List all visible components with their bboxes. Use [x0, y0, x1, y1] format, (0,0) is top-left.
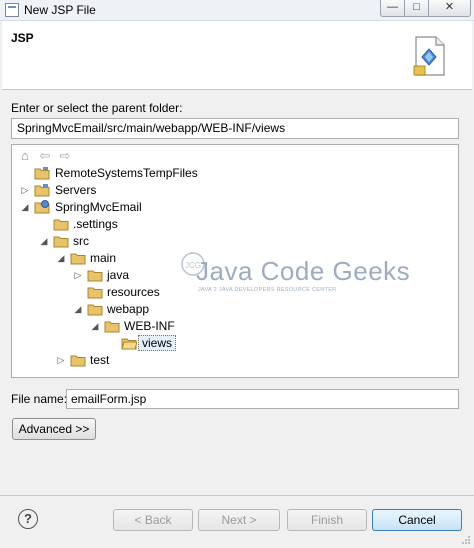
forward-arrow-icon[interactable]: ⇨	[58, 149, 72, 163]
folder-icon	[70, 353, 86, 367]
title-bar: New JSP File — □ ✕	[0, 0, 474, 21]
close-button[interactable]: ✕	[428, 0, 471, 17]
cancel-button[interactable]: Cancel	[372, 509, 462, 531]
parent-folder-input[interactable]: SpringMvcEmail/src/main/webapp/WEB-INF/v…	[11, 118, 459, 139]
tree-item-label: java	[107, 268, 130, 282]
finish-button[interactable]: Finish	[287, 509, 367, 531]
expand-arrow-icon[interactable]: ▷	[56, 352, 66, 368]
tree-item-label: views	[138, 335, 177, 351]
footer-divider	[0, 495, 474, 496]
project-folder-icon	[34, 183, 50, 197]
tree-item-label: Servers	[55, 183, 97, 197]
app-icon	[5, 3, 19, 17]
collapse-arrow-icon[interactable]: ◢	[39, 233, 49, 249]
file-name-label: File name:	[11, 392, 68, 406]
back-button[interactable]: < Back	[113, 509, 193, 531]
folder-icon	[87, 285, 103, 299]
collapse-arrow-icon[interactable]: ◢	[90, 318, 100, 334]
tree-item-label: src	[73, 234, 89, 248]
help-icon[interactable]: ?	[18, 509, 38, 529]
folder-icon	[87, 302, 103, 316]
tree-item-label: WEB-INF	[124, 319, 175, 333]
folder-tree[interactable]: ⌂ ⇦ ⇨ RemoteSystemsTempFiles ▷ Servers ◢…	[11, 144, 459, 378]
folder-icon	[70, 251, 86, 265]
minimize-button[interactable]: —	[380, 0, 405, 17]
resize-grip-icon[interactable]	[461, 535, 471, 545]
jsp-file-wizard-icon	[413, 36, 445, 76]
file-name-input[interactable]: emailForm.jsp	[66, 389, 459, 409]
folder-icon	[53, 217, 69, 231]
folder-icon	[53, 234, 69, 248]
folder-icon	[87, 268, 103, 282]
maximize-button[interactable]: □	[404, 0, 429, 17]
wizard-header: JSP	[2, 21, 472, 90]
window-title: New JSP File	[24, 3, 96, 17]
tree-item-label: resources	[107, 285, 160, 299]
next-button[interactable]: Next >	[198, 509, 280, 531]
tree-item-label: SpringMvcEmail	[55, 200, 142, 214]
back-arrow-icon[interactable]: ⇦	[38, 149, 52, 163]
page-title: JSP	[11, 31, 34, 45]
expand-arrow-icon[interactable]: ▷	[20, 182, 30, 198]
collapse-arrow-icon[interactable]: ◢	[56, 250, 66, 266]
tree-item-label: .settings	[73, 217, 118, 231]
collapse-arrow-icon[interactable]: ◢	[73, 301, 83, 317]
tree-item-label: RemoteSystemsTempFiles	[55, 166, 198, 180]
parent-folder-label: Enter or select the parent folder:	[11, 101, 183, 115]
advanced-button[interactable]: Advanced >>	[12, 418, 96, 440]
tree-item-label: main	[90, 251, 117, 265]
expand-arrow-icon[interactable]: ▷	[73, 267, 83, 283]
open-folder-icon	[121, 336, 138, 350]
folder-icon	[104, 319, 120, 333]
web-project-icon	[34, 200, 50, 214]
tree-item-label: test	[90, 353, 110, 367]
collapse-arrow-icon[interactable]: ◢	[20, 199, 30, 215]
tree-item-label: webapp	[107, 302, 150, 316]
home-icon[interactable]: ⌂	[18, 149, 32, 163]
project-folder-icon	[34, 166, 50, 180]
